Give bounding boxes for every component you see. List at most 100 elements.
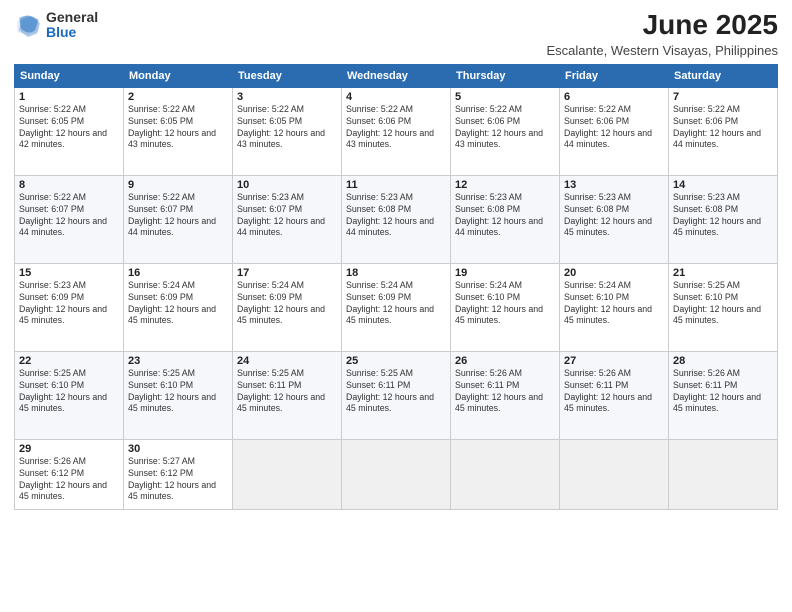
day-number: 12 — [455, 179, 555, 191]
day-of-week-header: Monday — [124, 64, 233, 87]
calendar-cell — [342, 439, 451, 509]
day-info: Sunrise: 5:26 AMSunset: 6:11 PMDaylight:… — [455, 368, 555, 416]
day-info: Sunrise: 5:22 AMSunset: 6:06 PMDaylight:… — [673, 104, 773, 152]
day-info: Sunrise: 5:22 AMSunset: 6:06 PMDaylight:… — [564, 104, 664, 152]
day-info: Sunrise: 5:23 AMSunset: 6:09 PMDaylight:… — [19, 280, 119, 328]
day-number: 15 — [19, 267, 119, 279]
day-number: 19 — [455, 267, 555, 279]
calendar-header-row: SundayMondayTuesdayWednesdayThursdayFrid… — [15, 64, 778, 87]
day-info: Sunrise: 5:23 AMSunset: 6:08 PMDaylight:… — [673, 192, 773, 240]
day-info: Sunrise: 5:22 AMSunset: 6:05 PMDaylight:… — [128, 104, 228, 152]
day-info: Sunrise: 5:26 AMSunset: 6:11 PMDaylight:… — [564, 368, 664, 416]
day-number: 22 — [19, 355, 119, 367]
day-number: 3 — [237, 91, 337, 103]
calendar-cell: 24Sunrise: 5:25 AMSunset: 6:11 PMDayligh… — [233, 351, 342, 439]
month-title: June 2025 — [547, 10, 778, 41]
day-number: 13 — [564, 179, 664, 191]
logo-blue: Blue — [46, 24, 76, 40]
day-info: Sunrise: 5:23 AMSunset: 6:08 PMDaylight:… — [455, 192, 555, 240]
calendar-cell: 25Sunrise: 5:25 AMSunset: 6:11 PMDayligh… — [342, 351, 451, 439]
calendar-table: SundayMondayTuesdayWednesdayThursdayFrid… — [14, 64, 778, 510]
header: General Blue June 2025 Escalante, Wester… — [14, 10, 778, 58]
logo: General Blue — [14, 10, 98, 41]
calendar-cell: 4Sunrise: 5:22 AMSunset: 6:06 PMDaylight… — [342, 87, 451, 175]
calendar-cell: 12Sunrise: 5:23 AMSunset: 6:08 PMDayligh… — [451, 175, 560, 263]
day-info: Sunrise: 5:24 AMSunset: 6:10 PMDaylight:… — [564, 280, 664, 328]
day-info: Sunrise: 5:27 AMSunset: 6:12 PMDaylight:… — [128, 456, 228, 504]
day-number: 16 — [128, 267, 228, 279]
calendar-cell: 10Sunrise: 5:23 AMSunset: 6:07 PMDayligh… — [233, 175, 342, 263]
calendar-cell: 11Sunrise: 5:23 AMSunset: 6:08 PMDayligh… — [342, 175, 451, 263]
calendar-week-row: 22 Sunrise: 5:25 AMSunset: 6:10 PMDayligh… — [15, 351, 778, 439]
calendar-week-row: 1Sunrise: 5:22 AMSunset: 6:05 PMDaylight… — [15, 87, 778, 175]
day-info: Sunrise: 5:24 AMSunset: 6:09 PMDaylight:… — [128, 280, 228, 328]
location: Escalante, Western Visayas, Philippines — [547, 43, 778, 58]
day-info: Sunrise: 5:22 AMSunset: 6:06 PMDaylight:… — [346, 104, 446, 152]
calendar-cell: 13Sunrise: 5:23 AMSunset: 6:08 PMDayligh… — [560, 175, 669, 263]
day-number: 18 — [346, 267, 446, 279]
day-info: Sunrise: 5:22 AMSunset: 6:06 PMDaylight:… — [455, 104, 555, 152]
calendar-cell: 30Sunrise: 5:27 AMSunset: 6:12 PMDayligh… — [124, 439, 233, 509]
day-number: 8 — [19, 179, 119, 191]
day-number: 25 — [346, 355, 446, 367]
day-number: 17 — [237, 267, 337, 279]
calendar-cell: 8Sunrise: 5:22 AMSunset: 6:07 PMDaylight… — [15, 175, 124, 263]
day-number: 10 — [237, 179, 337, 191]
day-info: Sunrise: 5:22 AMSunset: 6:05 PMDaylight:… — [19, 104, 119, 152]
day-of-week-header: Thursday — [451, 64, 560, 87]
day-of-week-header: Sunday — [15, 64, 124, 87]
calendar-cell: 5Sunrise: 5:22 AMSunset: 6:06 PMDaylight… — [451, 87, 560, 175]
day-number: 30 — [128, 443, 228, 455]
calendar-cell: 22Sunrise: 5:25 AMSunset: 6:10 PMDayligh… — [15, 351, 124, 439]
day-info: Sunrise: 5:24 AMSunset: 6:10 PMDaylight:… — [455, 280, 555, 328]
logo-general: General — [46, 9, 98, 25]
day-info: Sunrise: 5:26 AMSunset: 6:12 PMDaylight:… — [19, 456, 119, 504]
calendar-week-row: 8Sunrise: 5:22 AMSunset: 6:07 PMDaylight… — [15, 175, 778, 263]
day-info: Sunrise: 5:22 AMSunset: 6:07 PMDaylight:… — [128, 192, 228, 240]
day-info: Sunrise: 5:25 AMSunset: 6:11 PMDaylight:… — [346, 368, 446, 416]
calendar-cell: 6Sunrise: 5:22 AMSunset: 6:06 PMDaylight… — [560, 87, 669, 175]
day-info: Sunrise: 5:25 AMSunset: 6:10 PMDaylight:… — [128, 368, 228, 416]
day-number: 26 — [455, 355, 555, 367]
day-number: 9 — [128, 179, 228, 191]
calendar-cell: 18Sunrise: 5:24 AMSunset: 6:09 PMDayligh… — [342, 263, 451, 351]
calendar-cell: 27Sunrise: 5:26 AMSunset: 6:11 PMDayligh… — [560, 351, 669, 439]
day-info: Sunrise: 5:25 AMSunset: 6:11 PMDaylight:… — [237, 368, 337, 416]
logo-icon — [14, 11, 42, 39]
calendar-cell — [451, 439, 560, 509]
title-block: June 2025 Escalante, Western Visayas, Ph… — [547, 10, 778, 58]
day-info: Sunrise: 5:26 AMSunset: 6:11 PMDaylight:… — [673, 368, 773, 416]
calendar-cell: 15Sunrise: 5:23 AMSunset: 6:09 PMDayligh… — [15, 263, 124, 351]
day-info: Sunrise: 5:24 AMSunset: 6:09 PMDaylight:… — [237, 280, 337, 328]
calendar-cell: 2Sunrise: 5:22 AMSunset: 6:05 PMDaylight… — [124, 87, 233, 175]
day-number: 21 — [673, 267, 773, 279]
day-number: 20 — [564, 267, 664, 279]
calendar-cell: 19Sunrise: 5:24 AMSunset: 6:10 PMDayligh… — [451, 263, 560, 351]
calendar-cell — [669, 439, 778, 509]
day-info: Sunrise: 5:25 AMSunset: 6:10 PMDaylight:… — [673, 280, 773, 328]
calendar-cell — [560, 439, 669, 509]
day-info: Sunrise: 5:23 AMSunset: 6:07 PMDaylight:… — [237, 192, 337, 240]
logo-text: General Blue — [46, 10, 98, 41]
day-of-week-header: Tuesday — [233, 64, 342, 87]
day-number: 11 — [346, 179, 446, 191]
day-number: 6 — [564, 91, 664, 103]
day-number: 24 — [237, 355, 337, 367]
page: General Blue June 2025 Escalante, Wester… — [0, 0, 792, 612]
calendar-week-row: 15Sunrise: 5:23 AMSunset: 6:09 PMDayligh… — [15, 263, 778, 351]
day-of-week-header: Friday — [560, 64, 669, 87]
day-of-week-header: Wednesday — [342, 64, 451, 87]
day-number: 1 — [19, 91, 119, 103]
calendar-cell: 26Sunrise: 5:26 AMSunset: 6:11 PMDayligh… — [451, 351, 560, 439]
calendar-cell: 3Sunrise: 5:22 AMSunset: 6:05 PMDaylight… — [233, 87, 342, 175]
day-number: 5 — [455, 91, 555, 103]
day-info: Sunrise: 5:22 AMSunset: 6:07 PMDaylight:… — [19, 192, 119, 240]
day-number: 27 — [564, 355, 664, 367]
day-info: Sunrise: 5:23 AMSunset: 6:08 PMDaylight:… — [564, 192, 664, 240]
day-number: 2 — [128, 91, 228, 103]
day-info: Sunrise: 5:22 AMSunset: 6:05 PMDaylight:… — [237, 104, 337, 152]
day-number: 28 — [673, 355, 773, 367]
day-info: Sunrise: 5:23 AMSunset: 6:08 PMDaylight:… — [346, 192, 446, 240]
day-of-week-header: Saturday — [669, 64, 778, 87]
calendar-cell: 17Sunrise: 5:24 AMSunset: 6:09 PMDayligh… — [233, 263, 342, 351]
